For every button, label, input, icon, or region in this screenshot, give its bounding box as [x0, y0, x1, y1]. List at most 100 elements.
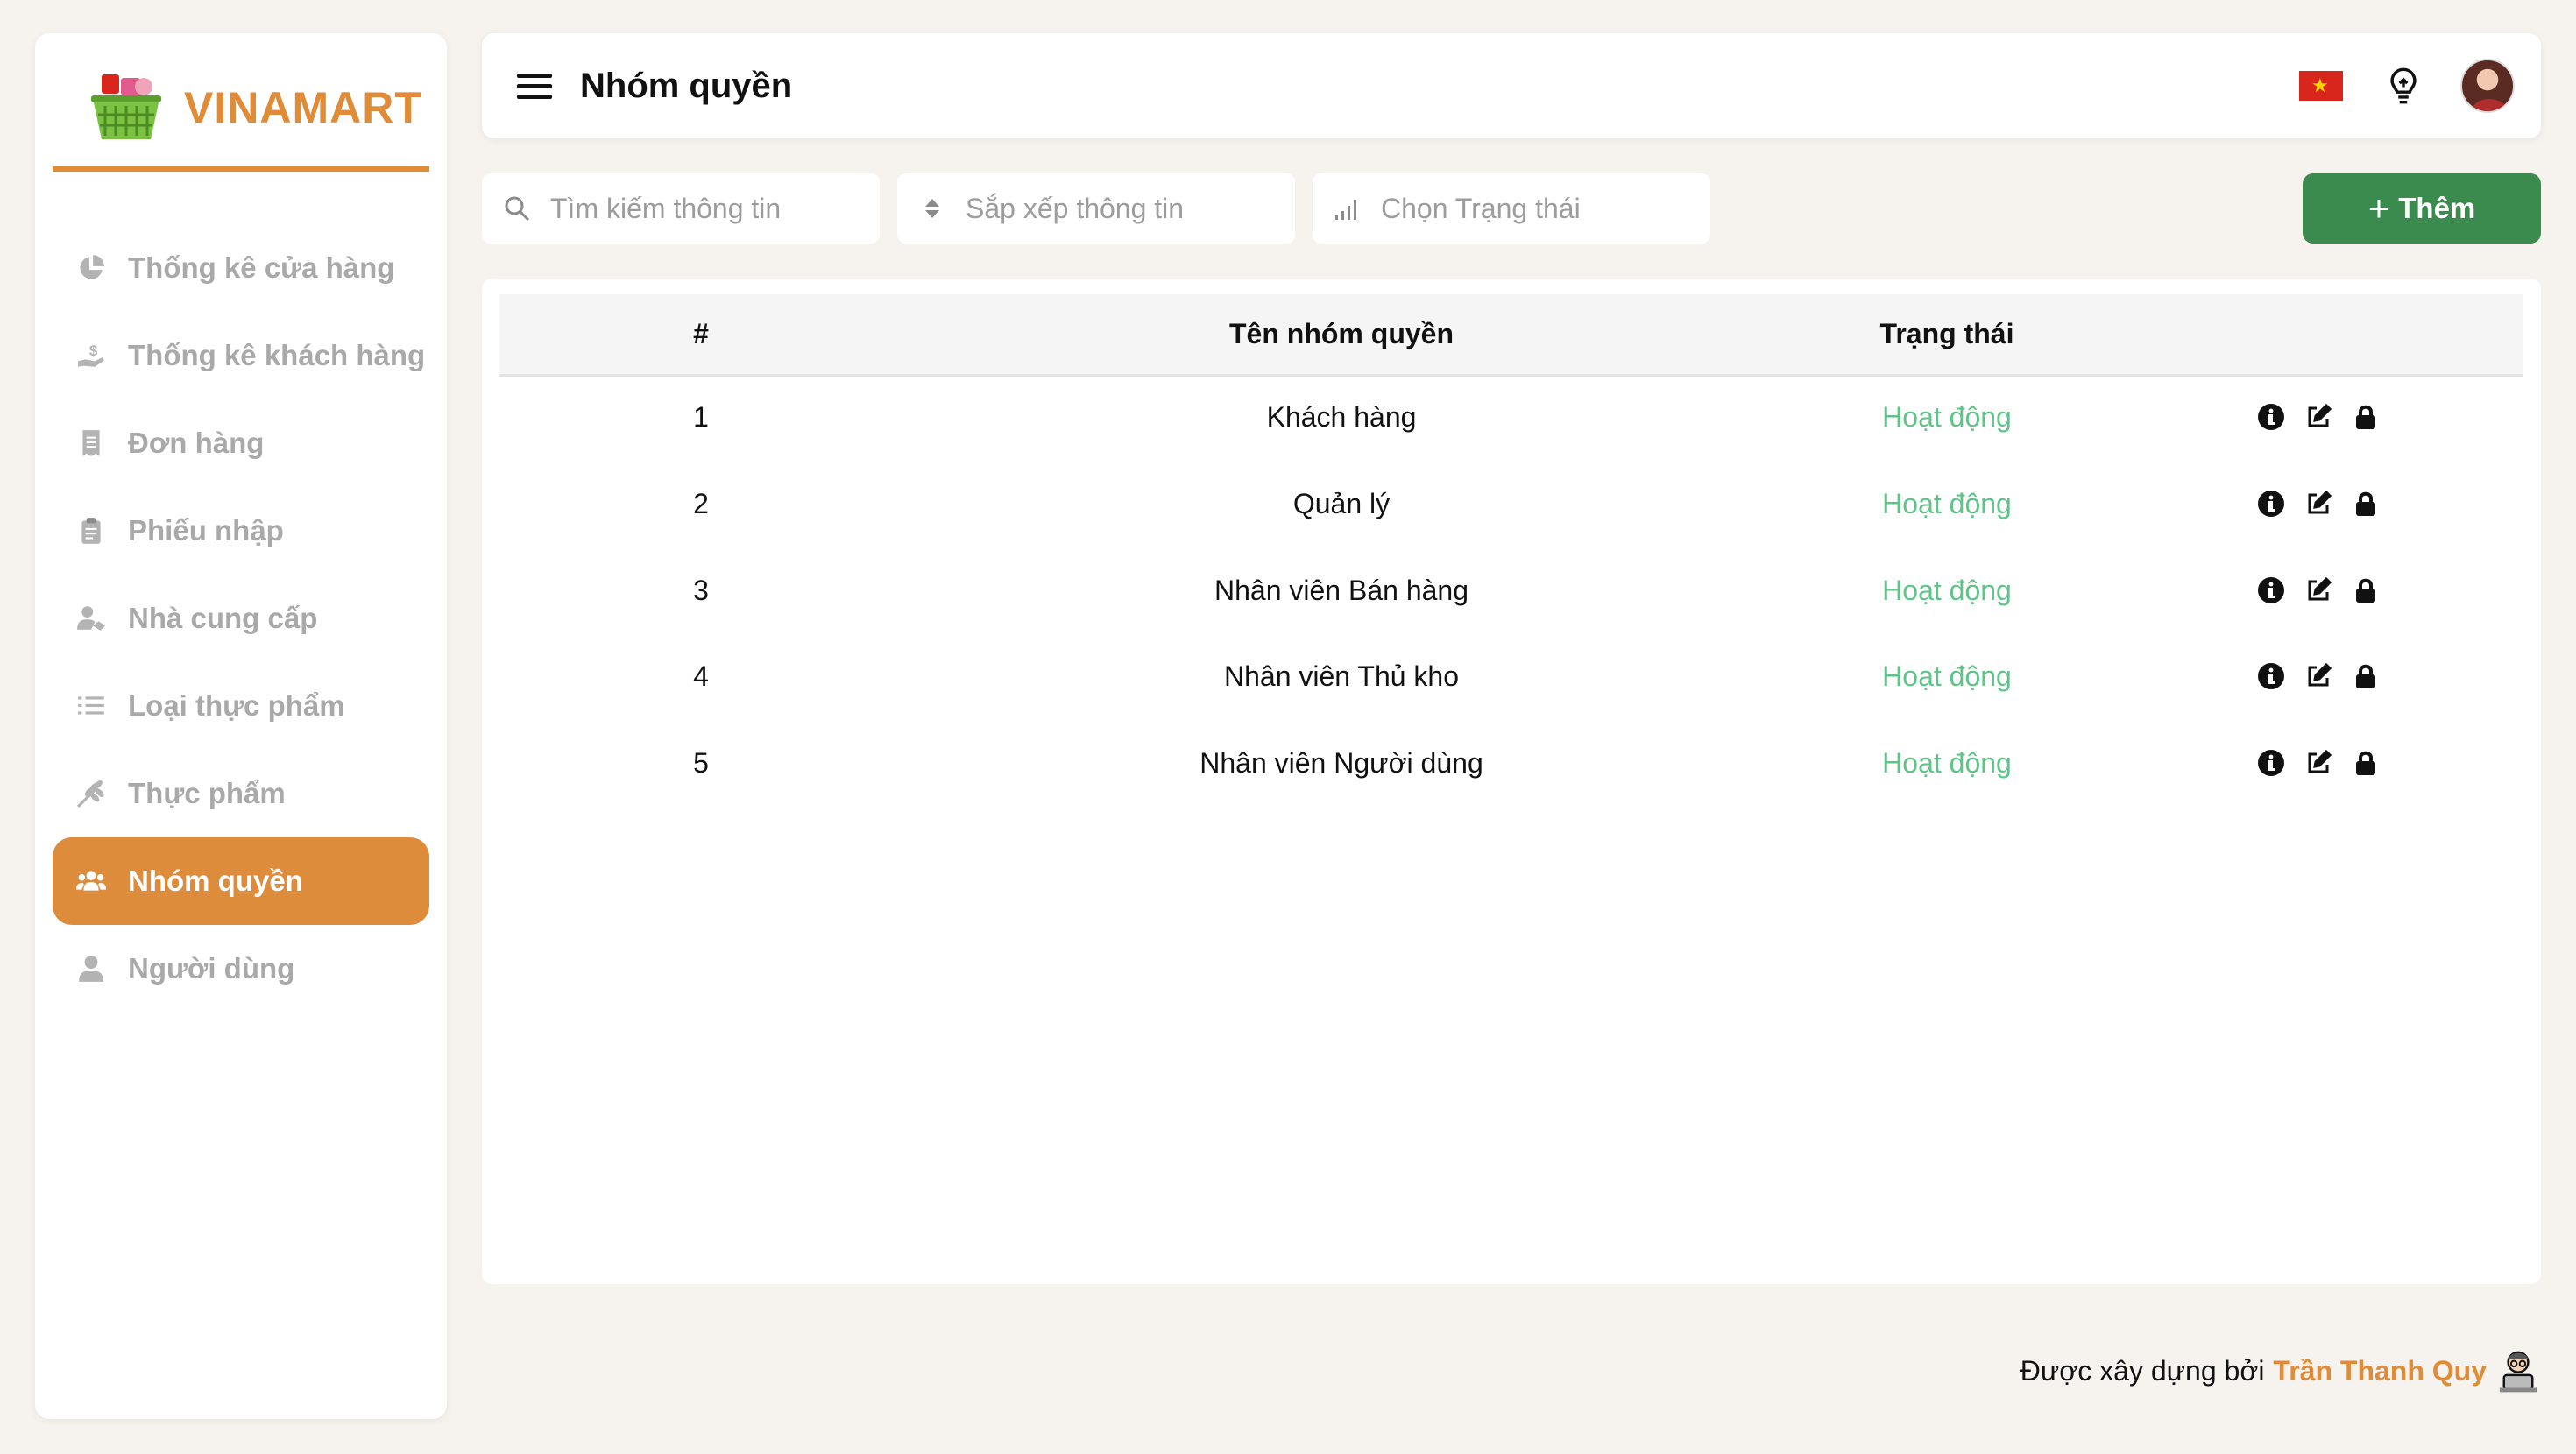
sidebar-item-orders[interactable]: Đơn hàng — [53, 399, 429, 487]
sidebar-item-label: Loại thực phẩm — [128, 689, 345, 722]
row-actions — [2113, 550, 2523, 631]
add-button[interactable]: + Thêm — [2303, 173, 2541, 244]
lock-icon[interactable] — [2352, 403, 2380, 431]
plus-icon: + — [2367, 187, 2390, 229]
edit-icon[interactable] — [2304, 490, 2332, 518]
table-row: 2 Quản lý Hoạt động — [499, 463, 2523, 544]
table-row: 5 Nhân viên Người dùng Hoạt động — [499, 723, 2523, 803]
info-icon[interactable] — [2257, 662, 2285, 690]
row-actions — [2113, 377, 2523, 457]
info-icon[interactable] — [2257, 749, 2285, 777]
lock-icon[interactable] — [2352, 490, 2380, 518]
row-actions — [2113, 723, 2523, 803]
edit-icon[interactable] — [2304, 403, 2332, 431]
row-status: Hoạt động — [1882, 400, 2012, 433]
row-actions — [2113, 636, 2523, 716]
user-icon — [74, 951, 109, 986]
top-header: Nhóm quyền — [482, 33, 2541, 138]
sidebar: VINAMART Thống kê cửa hàng $ Thống kê kh… — [35, 33, 447, 1419]
footer: Được xây dựng bởi Trần Thanh Quy — [2020, 1340, 2541, 1401]
info-icon[interactable] — [2257, 576, 2285, 604]
table-row: 3 Nhân viên Bán hàng Hoạt động — [499, 550, 2523, 631]
users-group-icon — [74, 864, 109, 899]
sidebar-item-suppliers[interactable]: Nhà cung cấp — [53, 575, 429, 662]
row-status: Hoạt động — [1882, 487, 2012, 519]
sidebar-item-food-categories[interactable]: Loại thực phẩm — [53, 662, 429, 750]
column-status: Trạng thái — [1879, 318, 2014, 349]
column-name: Tên nhóm quyền — [1229, 318, 1454, 349]
sidebar-item-label: Đơn hàng — [128, 427, 265, 459]
avatar[interactable] — [2460, 59, 2515, 113]
row-name: Khách hàng — [1266, 400, 1417, 433]
column-index: # — [693, 318, 709, 349]
table-row: 1 Khách hàng Hoạt động — [499, 377, 2523, 457]
wheat-icon — [74, 776, 109, 811]
sidebar-item-permission-groups[interactable]: Nhóm quyền — [53, 837, 429, 925]
sidebar-item-users[interactable]: Người dùng — [53, 925, 429, 1013]
status-placeholder: Chọn Trạng thái — [1381, 192, 1581, 224]
clipboard-icon — [74, 513, 109, 548]
permission-groups-table: # Tên nhóm quyền Trạng thái 1 Khách hàng… — [482, 279, 2541, 1284]
search-input[interactable]: Tìm kiếm thông tin — [482, 173, 880, 244]
brand-name: VINAMART — [184, 83, 422, 132]
sidebar-nav: Thống kê cửa hàng $ Thống kê khách hàng … — [53, 224, 429, 1013]
basket-icon — [91, 74, 161, 139]
lightbulb-icon[interactable] — [2383, 66, 2424, 106]
developer-icon — [2499, 1351, 2537, 1393]
lock-icon[interactable] — [2352, 576, 2380, 604]
lock-icon[interactable] — [2352, 662, 2380, 690]
brand[interactable]: VINAMART — [53, 49, 429, 172]
sidebar-item-label: Nhà cung cấp — [128, 602, 318, 634]
list-icon — [74, 688, 109, 723]
row-status: Hoạt động — [1882, 660, 2012, 692]
edit-icon[interactable] — [2304, 662, 2332, 690]
footer-text: Được xây dựng bởi — [2020, 1354, 2265, 1387]
sidebar-item-label: Nhóm quyền — [128, 865, 303, 897]
sidebar-item-label: Thống kê cửa hàng — [128, 251, 395, 284]
info-icon[interactable] — [2257, 490, 2285, 518]
sidebar-item-label: Phiếu nhập — [128, 514, 284, 547]
edit-icon[interactable] — [2304, 576, 2332, 604]
sidebar-item-label: Thực phẩm — [128, 777, 286, 809]
page-title: Nhóm quyền — [580, 66, 793, 105]
sidebar-item-foods[interactable]: Thực phẩm — [53, 750, 429, 837]
row-index: 1 — [693, 400, 709, 433]
row-name: Nhân viên Thủ kho — [1223, 660, 1460, 692]
svg-text:$: $ — [89, 342, 98, 359]
sort-select[interactable]: Sắp xếp thông tin — [897, 173, 1295, 244]
status-select[interactable]: Chọn Trạng thái — [1313, 173, 1710, 244]
info-icon[interactable] — [2257, 403, 2285, 431]
row-index: 2 — [693, 487, 709, 519]
footer-author[interactable]: Trần Thanh Quy — [2273, 1355, 2487, 1387]
table-header: # Tên nhóm quyền Trạng thái — [499, 294, 2523, 377]
sidebar-item-store-stats[interactable]: Thống kê cửa hàng — [53, 224, 429, 312]
row-index: 4 — [693, 660, 709, 692]
row-name: Nhân viên Bán hàng — [1214, 574, 1468, 606]
sort-placeholder: Sắp xếp thông tin — [966, 192, 1185, 224]
sort-icon — [925, 199, 939, 218]
user-handshake-icon — [74, 601, 109, 636]
sidebar-item-label: Thống kê khách hàng — [128, 339, 426, 371]
lock-icon[interactable] — [2352, 749, 2380, 777]
search-icon — [505, 196, 530, 222]
hand-dollar-icon: $ — [74, 338, 109, 373]
table-row: 4 Nhân viên Thủ kho Hoạt động — [499, 636, 2523, 716]
edit-icon[interactable] — [2304, 749, 2332, 777]
row-name: Nhân viên Người dùng — [1200, 746, 1483, 779]
row-name: Quản lý — [1292, 487, 1391, 519]
sidebar-item-label: Người dùng — [128, 952, 295, 985]
column-actions — [2113, 294, 2523, 374]
row-actions — [2113, 463, 2523, 544]
sidebar-item-customer-stats[interactable]: $ Thống kê khách hàng — [53, 312, 429, 399]
pie-chart-icon — [74, 251, 109, 286]
sidebar-item-receipts[interactable]: Phiếu nhập — [53, 487, 429, 575]
row-index: 5 — [693, 746, 709, 779]
row-status: Hoạt động — [1882, 746, 2012, 779]
row-status: Hoạt động — [1882, 574, 2012, 606]
add-button-label: Thêm — [2398, 192, 2476, 224]
header-actions — [2299, 33, 2515, 138]
receipt-icon — [74, 426, 109, 461]
vietnam-flag-icon[interactable] — [2299, 71, 2343, 101]
row-index: 3 — [693, 574, 709, 606]
hamburger-icon[interactable] — [517, 68, 552, 103]
